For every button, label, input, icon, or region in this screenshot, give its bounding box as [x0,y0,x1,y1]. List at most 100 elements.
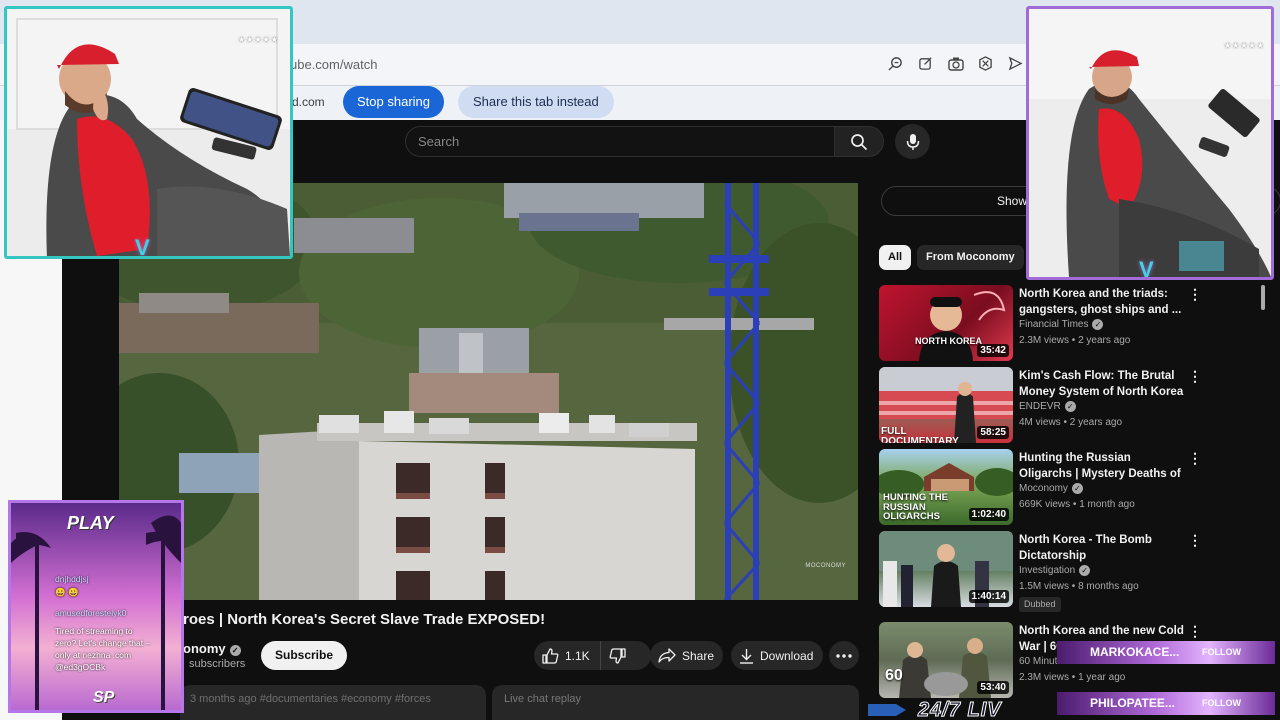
more-vertical-icon[interactable]: ⋮ [1188,451,1202,467]
search-input[interactable]: Search [405,126,834,157]
recommendation-views: 2.3M views [1019,672,1070,683]
edit-icon[interactable] [916,54,935,73]
zoom-icon[interactable] [886,54,905,73]
download-icon [740,648,753,664]
more-vertical-icon[interactable]: ⋮ [1188,287,1202,303]
recommendation-item[interactable]: NORTH KOREA 35:42 North Korea and the tr… [879,285,1269,361]
video-duration: 1:02:40 [968,508,1009,521]
video-duration: 58:25 [977,426,1009,439]
address-bar-icons [886,54,1025,73]
live-chat-label: Live chat replay [504,693,582,705]
verified-icon: ✓ [229,645,241,656]
recommendation-channel[interactable]: 60 Minut [1019,656,1057,667]
sidebar-scrollbar[interactable] [1261,285,1265,310]
recommendation-channel[interactable]: ENDEVR ✓ [1019,401,1076,412]
recommendation-channel-text[interactable]: Moconomy [1019,483,1068,494]
thumbnail-caption: FULL DOCUMENTARY [881,426,959,444]
follow-label: FOLLOW [1202,647,1241,657]
video-duration: 53:40 [977,681,1009,694]
recommendation-age: 1 year ago [1078,672,1126,683]
like-dislike-group: 1.1K [534,641,651,670]
like-button[interactable]: 1.1K [534,641,601,670]
video-watermark: MOCONOMY [805,563,846,569]
thumbnail-caption: 60 [885,667,903,684]
search-button[interactable] [834,126,884,157]
download-button[interactable]: Download [731,641,823,670]
share-button[interactable]: Share [650,641,723,670]
show-chat-label: Show [997,194,1028,208]
ticker-arrow-icon [868,704,906,716]
subscribe-button[interactable]: Subscribe [261,641,348,670]
thumbnail-caption: HUNTING THE RUSSIAN OLIGARCHS [883,492,948,522]
share-this-tab-button[interactable]: Share this tab instead [458,86,614,118]
download-label: Download [760,648,814,663]
recommendation-title[interactable]: North Korea - The Bomb Dictatorship [1019,532,1187,564]
verified-icon: ✓ [1071,483,1083,494]
recommendation-thumbnail[interactable]: 60 53:40 [879,622,1013,698]
more-vertical-icon[interactable]: ⋮ [1188,533,1202,549]
verified-icon: ✓ [1064,401,1076,412]
verified-icon: ✓ [1079,565,1091,576]
description-meta: 3 months ago #documentaries #economy #fo… [190,693,431,705]
streamer-logo: V [135,235,150,259]
subscriber-count: subscribers [189,658,246,670]
recommendation-item[interactable]: FULL DOCUMENTARY 58:25 Kim's Cash Flow: … [879,367,1269,443]
follow-label: FOLLOW [1202,698,1241,708]
webcam-stars: ★★★★★ [1224,41,1265,50]
recommendation-channel-text[interactable]: 60 Minut [1019,656,1057,667]
channel-name[interactable]: onomy ✓ [183,641,241,656]
recommendation-item[interactable]: 1:40:14 North Korea - The Bomb Dictators… [879,531,1269,612]
live-chat-replay[interactable]: Live chat replay [492,685,859,720]
thumbs-down-icon [609,647,626,664]
follower-alert: PHILOPATEE... FOLLOW [1057,692,1275,715]
recommendation-title[interactable]: North Korea and the triads: gangsters, g… [1019,286,1187,318]
screen: ube.com/watch d.com Stop sharing Share t… [0,0,1280,720]
live-ticker: 24/7 LIV [866,700,1056,720]
share-icon [658,648,676,663]
send-icon[interactable] [1006,54,1025,73]
recommendation-item[interactable]: HUNTING THE RUSSIAN OLIGARCHS 1:02:40 Hu… [879,449,1269,525]
recommendation-thumbnail[interactable]: FULL DOCUMENTARY 58:25 [879,367,1013,443]
more-vertical-icon[interactable]: ⋮ [1188,624,1202,640]
recommendation-title[interactable]: Kim's Cash Flow: The Brutal Money System… [1019,368,1187,400]
recommendation-channel-text[interactable]: Financial Times [1019,319,1088,330]
chip-all[interactable]: All [879,245,912,270]
like-count: 1.1K [565,648,590,663]
extension-icon[interactable] [976,54,995,73]
more-actions-button[interactable] [829,641,859,670]
url-text[interactable]: ube.com/watch [290,57,377,72]
chat-footer: SP [93,689,115,706]
webcam-overlay-right: ★★★★★ V [1026,6,1274,280]
recommendation-channel-text[interactable]: ENDEVR [1019,401,1061,412]
recommendation-views: 669K views [1019,499,1071,510]
follower-name: MARKOKACE... [1090,645,1180,659]
chat-message: Tired of streaming to zero? Let's change… [55,626,151,672]
webcam-overlay-left: ★★★★★ V [4,6,293,259]
recommendation-channel-text[interactable]: Investigation [1019,565,1075,576]
voice-search-button[interactable] [895,124,930,159]
recommendation-channel[interactable]: Investigation ✓ [1019,565,1091,576]
recommendation-meta: 4M views • 2 years ago [1019,417,1123,428]
recommendation-channel[interactable]: Moconomy ✓ [1019,483,1083,494]
recommendation-thumbnail[interactable]: NORTH KOREA 35:42 [879,285,1013,361]
recommendation-age: 8 months ago [1078,581,1139,592]
verified-icon: ✓ [1092,319,1104,330]
dislike-button[interactable] [601,641,635,670]
camera-icon[interactable] [946,54,965,73]
recommendation-thumbnail[interactable]: 1:40:14 [879,531,1013,607]
recommendation-views: 4M views [1019,417,1061,428]
recommendation-thumbnail[interactable]: HUNTING THE RUSSIAN OLIGARCHS 1:02:40 [879,449,1013,525]
recommendation-channel[interactable]: Financial Times ✓ [1019,319,1104,330]
recommendation-meta: 669K views • 1 month ago [1019,499,1135,510]
chat-header: PLAY [67,513,114,533]
stop-sharing-button[interactable]: Stop sharing [343,86,444,118]
channel-name-text[interactable]: onomy [183,641,226,656]
recommendation-meta: 2.3M views • 2 years ago [1019,335,1131,346]
description-box[interactable]: 3 months ago #documentaries #economy #fo… [180,685,486,720]
recommendation-title[interactable]: Hunting the Russian Oligarchs | Mystery … [1019,450,1187,482]
recommendation-meta: 2.3M views • 1 year ago [1019,672,1126,683]
thumbnail-caption: NORTH KOREA [915,336,982,346]
ticker-text: 24/7 LIV [918,700,1002,720]
chip-from-channel[interactable]: From Moconomy [917,245,1024,270]
more-vertical-icon[interactable]: ⋮ [1188,369,1202,385]
